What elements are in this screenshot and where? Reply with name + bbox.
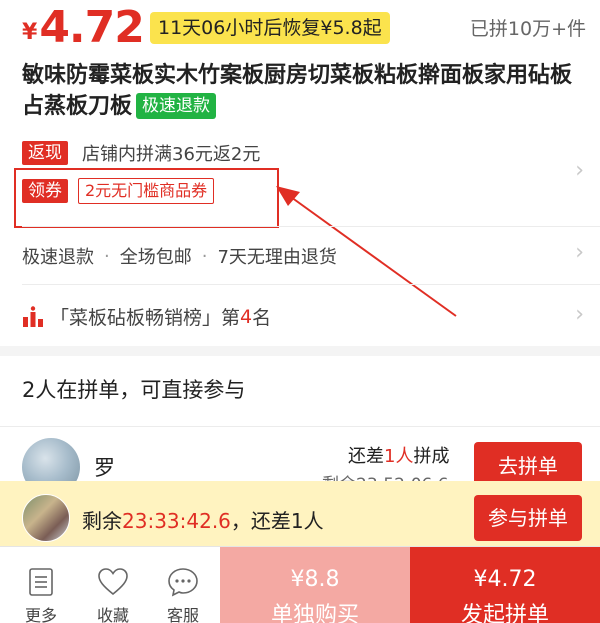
product-title-text: 敏味防霉菜板实木竹案板厨房切菜板粘板擀面板家用砧板占蒸板刀板: [22, 63, 573, 119]
product-title: 敏味防霉菜板实木竹案板厨房切菜板粘板擀面板家用砧板占蒸板刀板 极速退款: [22, 60, 587, 122]
currency-symbol: ¥: [22, 20, 38, 45]
sold-count: 已拼10万+件: [469, 18, 586, 40]
more-button[interactable]: 更多: [6, 547, 76, 623]
price: ¥ 4.72: [22, 2, 145, 53]
favorite-label: 收藏: [96, 606, 129, 623]
annotation-highlight-box: [14, 168, 279, 228]
floating-suffix: ，还差1人: [230, 509, 324, 533]
chat-bubble-icon: [168, 568, 198, 597]
divider: [22, 226, 600, 227]
floating-prefix: 剩余: [82, 509, 122, 533]
service-separator: ·: [201, 245, 208, 267]
cashback-tag: 返现: [22, 141, 68, 165]
need-prefix: 还差: [348, 446, 384, 467]
start-group-price: ¥4.72: [473, 567, 537, 592]
favorite-button[interactable]: 收藏: [78, 547, 148, 623]
ranking-suffix: 名: [252, 307, 272, 329]
service-row[interactable]: 极速退款 · 全场包邮 · 7天无理由退货: [22, 243, 337, 269]
need-count-text: 还差1人拼成: [348, 442, 449, 468]
ranking-row[interactable]: 「菜板砧板畅销榜」第 4 名: [22, 303, 271, 330]
customer-service-button[interactable]: 客服: [148, 547, 218, 623]
heart-icon: [98, 568, 128, 596]
service-item: 极速退款: [22, 247, 94, 268]
service-separator: ·: [104, 245, 110, 267]
buy-alone-button[interactable]: ¥8.8 单独购买: [220, 547, 410, 623]
floating-group-banner: 剩余23:33:42.6，还差1人 参与拼单: [0, 481, 600, 556]
group-buy-title: 2人在拼单，可直接参与: [22, 378, 246, 402]
service-chevron-icon[interactable]: ›: [575, 240, 584, 265]
divider: [0, 426, 600, 427]
start-group-button[interactable]: ¥4.72 发起拼单: [410, 547, 600, 623]
need-count: 1人: [384, 446, 414, 467]
price-value: 4.72: [39, 2, 145, 53]
buy-alone-price: ¥8.8: [290, 567, 340, 592]
avatar: [22, 494, 70, 542]
divider: [22, 284, 600, 285]
cashback-row[interactable]: 返现 店铺内拼满36元返2元: [22, 138, 260, 168]
price-restore-badge: 11天06小时后恢复¥5.8起: [150, 12, 390, 44]
bottom-action-bar: 更多 收藏 客服 ¥8.8 单独购买 ¥4.72 发起拼单: [0, 546, 600, 623]
more-label: 更多: [24, 606, 57, 623]
customer-service-label: 客服: [166, 606, 199, 623]
participate-group-button[interactable]: 参与拼单: [474, 495, 582, 541]
floating-countdown: 23:33:42.6: [122, 509, 231, 533]
need-suffix: 拼成: [413, 446, 450, 467]
cashback-text: 店铺内拼满36元返2元: [82, 144, 261, 165]
more-icon: [29, 568, 53, 596]
floating-countdown-text: 剩余23:33:42.6，还差1人: [82, 505, 324, 534]
ranking-chevron-icon[interactable]: ›: [575, 302, 584, 327]
group-buy-card: 2人在拼单，可直接参与 罗 还差1人拼成 剩余23:52:06.6 去拼单: [0, 356, 600, 496]
start-group-label: 发起拼单: [460, 603, 549, 623]
service-item: 7天无理由退货: [217, 247, 337, 268]
product-info-card: ¥ 4.72 11天06小时后恢复¥5.8起 已拼10万+件 敏味防霉菜板实木竹…: [0, 0, 600, 346]
promo-chevron-icon[interactable]: ›: [575, 158, 584, 183]
ranking-number: 4: [240, 305, 253, 328]
service-item: 全场包邮: [119, 247, 192, 268]
buy-alone-label: 单独购买: [270, 603, 359, 623]
ranking-bars-icon: [23, 305, 43, 327]
fast-refund-tag: 极速退款: [136, 93, 217, 119]
member-name: 罗: [94, 456, 115, 480]
ranking-prefix: 「菜板砧板畅销榜」第: [50, 307, 241, 329]
